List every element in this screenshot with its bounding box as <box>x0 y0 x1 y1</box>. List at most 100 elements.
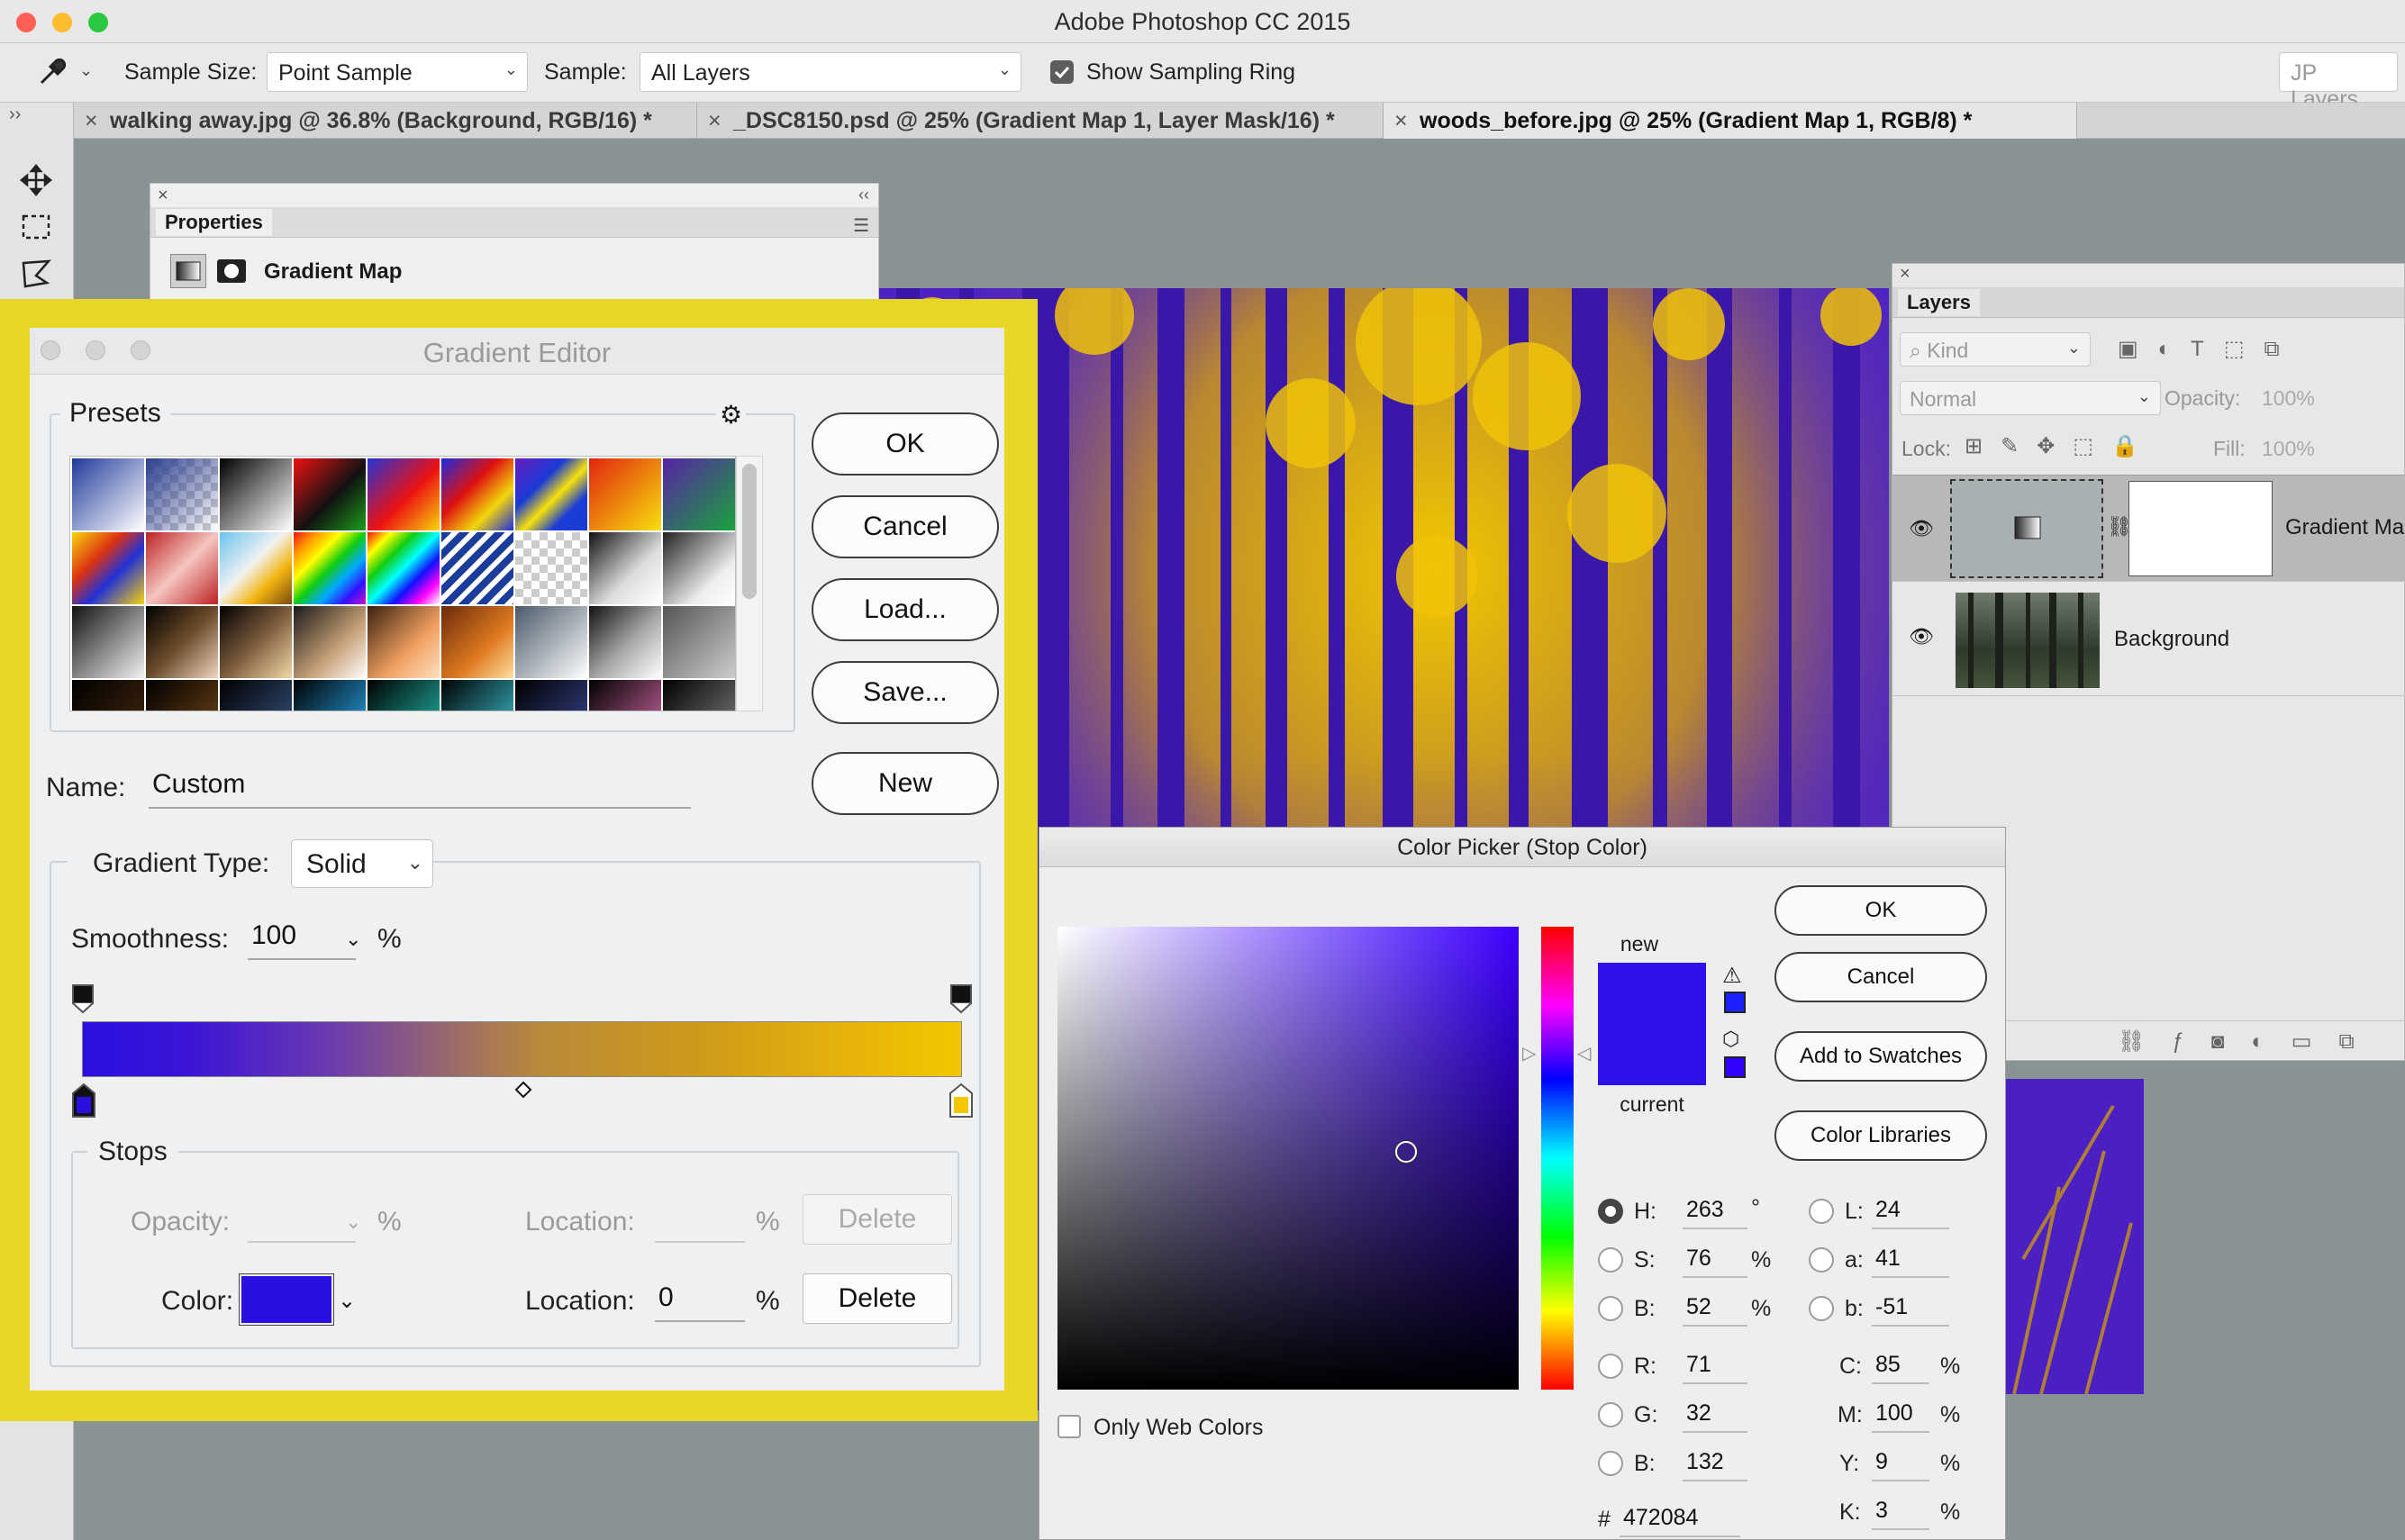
panel-menu-icon[interactable]: ☰ <box>853 214 869 237</box>
mask-thumbnail[interactable] <box>2128 481 2273 576</box>
chevron-down-icon[interactable]: ⌄ <box>338 1288 356 1314</box>
only-web-colors-checkbox[interactable] <box>1057 1415 1081 1438</box>
preset-swatch[interactable] <box>72 458 144 530</box>
move-tool-icon[interactable] <box>13 159 59 202</box>
name-input[interactable]: Custom <box>149 769 691 809</box>
tab-dsc8150[interactable]: × _DSC8150.psd @ 25% (Gradient Map 1, Lay… <box>697 103 1384 139</box>
hue-slider-handle-right[interactable]: ◁ <box>1577 1042 1591 1064</box>
lab-b-input[interactable]: -51 <box>1872 1294 1949 1327</box>
presets-scrollbar[interactable] <box>736 456 763 711</box>
preset-swatch[interactable] <box>146 606 218 678</box>
preset-swatch[interactable] <box>663 606 735 678</box>
ok-button[interactable]: OK <box>812 412 999 476</box>
cancel-button[interactable]: Cancel <box>1774 952 1987 1002</box>
preset-swatch[interactable] <box>220 606 292 678</box>
k-input[interactable]: 3 <box>1872 1498 1929 1530</box>
eyedropper-icon[interactable] <box>36 56 68 93</box>
current-color-swatch[interactable] <box>1598 1024 1706 1085</box>
m-input[interactable]: 100 <box>1872 1400 1929 1433</box>
preset-swatch[interactable] <box>441 532 513 604</box>
red-radio[interactable] <box>1598 1354 1623 1379</box>
delete-color-stop-button[interactable]: Delete <box>803 1273 952 1324</box>
preset-swatch[interactable] <box>72 532 144 604</box>
l-input[interactable]: 24 <box>1872 1197 1949 1229</box>
preset-swatch[interactable] <box>589 458 661 530</box>
brightness-radio[interactable] <box>1598 1296 1623 1321</box>
sample-select[interactable]: All Layers ⌄ <box>640 52 1021 92</box>
gear-icon[interactable]: ⚙ <box>716 400 747 430</box>
gamut-swatch[interactable] <box>1724 992 1746 1013</box>
chevron-down-icon[interactable]: ⌄ <box>345 928 361 951</box>
color-field[interactable] <box>1057 927 1519 1390</box>
layers-tab[interactable]: Layers <box>1898 289 1980 316</box>
close-tab-icon[interactable]: × <box>708 108 722 134</box>
hue-slider-handle-left[interactable]: ▷ <box>1522 1042 1536 1064</box>
preset-swatch[interactable] <box>146 680 218 711</box>
stop-opacity-input[interactable] <box>248 1205 356 1243</box>
close-panel-icon[interactable]: × <box>158 186 168 206</box>
preset-swatch[interactable] <box>368 680 440 711</box>
preset-swatch[interactable] <box>220 680 292 711</box>
green-radio[interactable] <box>1598 1402 1623 1427</box>
marquee-tool-icon[interactable] <box>13 205 59 249</box>
hue-radio[interactable] <box>1598 1199 1623 1224</box>
scroll-thumb[interactable] <box>742 464 757 599</box>
gradient-preview-bar[interactable] <box>82 1021 962 1077</box>
y-input[interactable]: 9 <box>1872 1449 1929 1481</box>
preset-swatch[interactable] <box>72 606 144 678</box>
color-field-cursor[interactable] <box>1395 1141 1417 1163</box>
workspace-switcher[interactable]: JP Layers <box>2279 52 2398 112</box>
preset-swatch[interactable] <box>515 680 587 711</box>
layer-row-background[interactable]: 👁 Background <box>1892 581 2404 696</box>
save-button[interactable]: Save... <box>812 661 999 724</box>
preset-swatch[interactable] <box>368 606 440 678</box>
preset-swatch[interactable] <box>294 458 366 530</box>
opacity-stop-right[interactable] <box>949 983 973 1014</box>
c-input[interactable]: 85 <box>1872 1352 1929 1384</box>
sample-size-select[interactable]: Point Sample ⌄ <box>267 52 528 92</box>
eye-icon[interactable]: 👁 <box>1909 625 1934 648</box>
cancel-button[interactable]: Cancel <box>812 495 999 558</box>
lasso-tool-icon[interactable] <box>13 252 59 295</box>
hue-slider[interactable] <box>1541 927 1574 1390</box>
blue-input[interactable]: 132 <box>1683 1449 1747 1481</box>
preset-swatch[interactable] <box>663 532 735 604</box>
color-location-input[interactable]: 0 <box>655 1282 745 1322</box>
tool-preset-chevron-icon[interactable]: ⌄ <box>79 61 93 80</box>
filter-icons[interactable]: ▣◐T⬚⧉ <box>2118 336 2300 362</box>
color-stop-right[interactable] <box>948 1083 974 1119</box>
preset-swatch[interactable] <box>220 532 292 604</box>
fill-value[interactable]: 100% <box>2262 437 2315 461</box>
preset-swatch[interactable] <box>441 680 513 711</box>
show-sampling-ring-checkbox[interactable] <box>1050 60 1074 84</box>
gradient-map-icon[interactable] <box>170 254 206 288</box>
ok-button[interactable]: OK <box>1774 885 1987 936</box>
delete-opacity-stop-button[interactable]: Delete <box>803 1194 952 1245</box>
midpoint-diamond[interactable] <box>514 1081 532 1099</box>
preset-swatch[interactable] <box>589 532 661 604</box>
lab-a-radio[interactable] <box>1809 1247 1834 1273</box>
preset-swatch[interactable] <box>515 606 587 678</box>
filter-kind-select[interactable]: ⌕ Kind ⌄ <box>1900 332 2091 367</box>
gamut-warning-icon[interactable]: ⚠ <box>1722 963 1742 989</box>
s-input[interactable]: 76 <box>1683 1246 1747 1278</box>
blue-radio[interactable] <box>1598 1451 1623 1476</box>
lab-l-radio[interactable] <box>1809 1199 1834 1224</box>
preset-swatch[interactable] <box>146 458 218 530</box>
preset-swatch[interactable] <box>441 458 513 530</box>
preset-swatch[interactable] <box>663 680 735 711</box>
preset-swatch[interactable] <box>368 458 440 530</box>
preset-swatch[interactable] <box>294 606 366 678</box>
tab-walking-away[interactable]: × walking away.jpg @ 36.8% (Background, R… <box>74 103 697 139</box>
eye-icon[interactable]: 👁 <box>1909 517 1934 540</box>
preset-swatch[interactable] <box>441 606 513 678</box>
color-libraries-button[interactable]: Color Libraries <box>1774 1110 1987 1161</box>
preset-swatch[interactable] <box>663 458 735 530</box>
collapse-panel-icon[interactable]: ‹‹ <box>858 186 869 204</box>
saturation-radio[interactable] <box>1598 1247 1623 1273</box>
load-button[interactable]: Load... <box>812 578 999 641</box>
preset-swatch[interactable] <box>146 532 218 604</box>
lab-b-radio[interactable] <box>1809 1296 1834 1321</box>
preset-swatch[interactable] <box>220 458 292 530</box>
g-input[interactable]: 32 <box>1683 1400 1747 1433</box>
